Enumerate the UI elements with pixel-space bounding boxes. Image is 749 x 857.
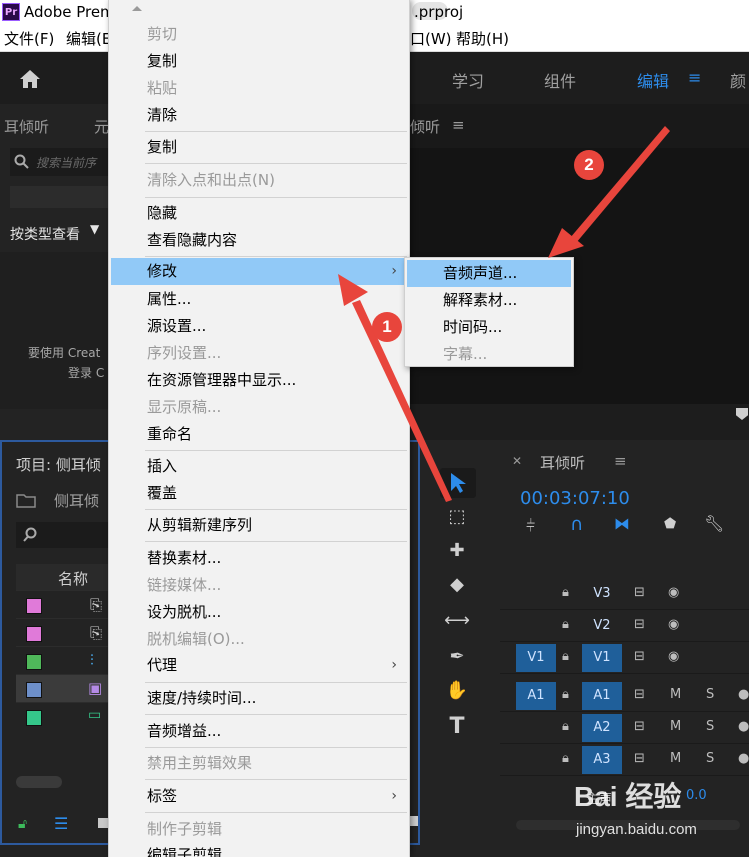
watermark-brand: Bai 经验	[574, 781, 682, 812]
arrow-1-shaft	[352, 300, 452, 502]
step-badge-2: 2	[574, 150, 604, 180]
arrow-1-head	[338, 274, 368, 306]
baidu-watermark: Bai 经验 jingyan.baidu.com	[574, 775, 744, 853]
arrow-2-shaft	[570, 126, 670, 243]
step-badge-1: 1	[372, 312, 402, 342]
watermark-url: jingyan.baidu.com	[576, 821, 697, 838]
annotation-arrows	[338, 126, 670, 502]
